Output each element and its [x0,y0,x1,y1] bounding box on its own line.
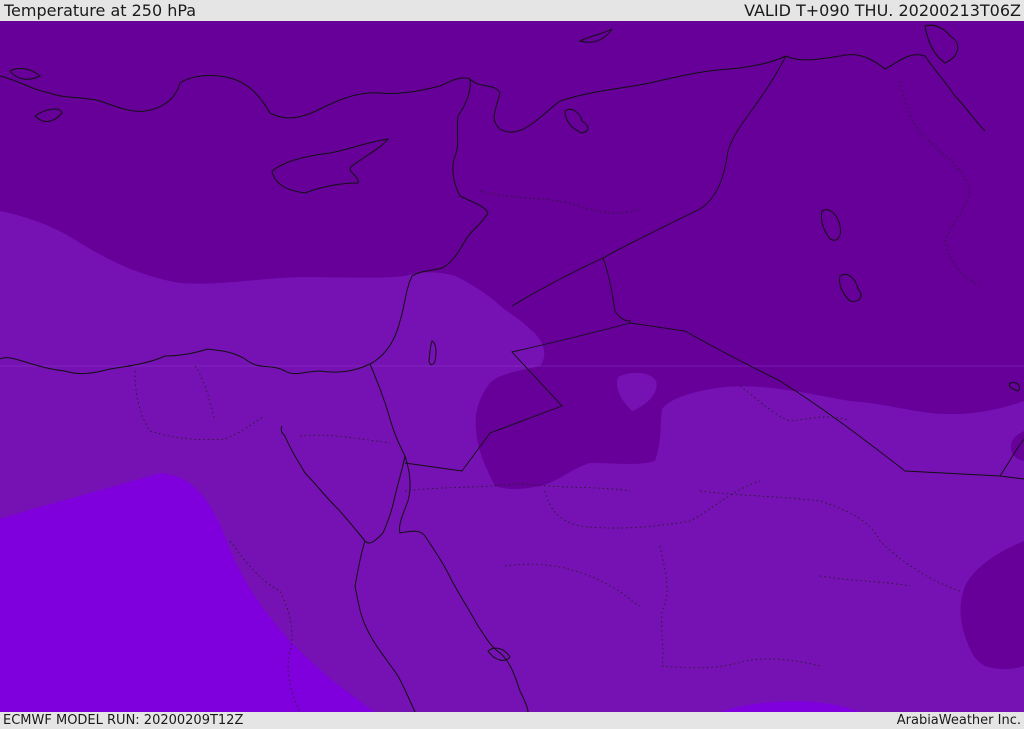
map-canvas [0,21,1024,712]
model-run-label: ECMWF MODEL RUN: 20200209T12Z [3,713,244,728]
map-title: Temperature at 250 hPa [4,1,197,20]
credit-label: ArabiaWeather Inc. [896,713,1021,728]
valid-time: VALID T+090 THU. 20200213T06Z [744,1,1021,20]
temperature-map[interactable] [0,21,1024,712]
bottom-bar: ECMWF MODEL RUN: 20200209T12Z ArabiaWeat… [0,712,1024,729]
top-bar: Temperature at 250 hPa VALID T+090 THU. … [0,0,1024,21]
